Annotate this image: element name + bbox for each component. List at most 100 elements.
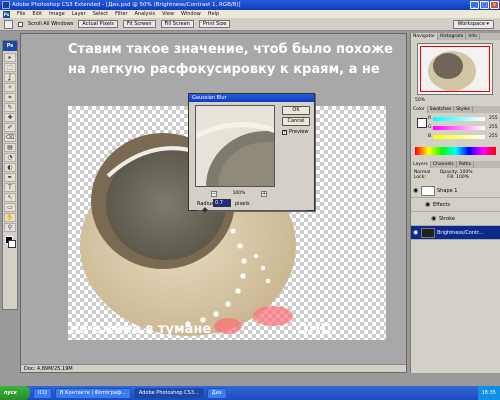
menu-image[interactable]: Image [49,11,65,17]
workspace-dropdown[interactable]: Workspace ▾ [452,20,494,29]
blur-tool-icon[interactable]: ◔ [4,153,16,162]
marquee-tool-icon[interactable]: ⬚ [4,63,16,72]
healing-tool-icon[interactable]: ✚ [4,113,16,122]
hand-tool-icon[interactable]: ✋ [4,213,16,222]
lasso-tool-icon[interactable]: ʆ [4,73,16,82]
tab-swatches[interactable]: Swatches [428,106,455,113]
channel-b-value[interactable]: 255 [489,134,498,139]
background-color-swatch[interactable] [8,240,16,248]
menu-filter[interactable]: Filter [115,11,127,17]
system-tray-clock: 18:35 [477,386,500,400]
menu-window[interactable]: Window [181,11,201,17]
taskbar: пуск ICQ В Контакте | Фотограф... Adobe … [0,386,500,400]
options-bar: Scroll All Windows Actual Pixels Fit Scr… [0,18,500,31]
tab-paths[interactable]: Paths [457,161,474,168]
print-size-button[interactable]: Print Size [198,20,231,28]
right-panels: Navigator Histogram Info 50% Color Swatc… [410,33,500,373]
radius-slider-track[interactable] [197,210,307,211]
layer-thumbnail [421,185,435,196]
visibility-eye-icon[interactable]: ◉ [431,215,437,222]
annotation-main-text: Ставим такое значение, чтоб было похоже … [68,42,393,77]
tab-layers[interactable]: Layers [411,161,431,168]
visibility-eye-icon[interactable]: ◉ [413,229,419,236]
menu-help[interactable]: Help [208,11,219,17]
menu-layer[interactable]: Layer [72,11,86,17]
photoshop-logo: Ps [3,10,10,18]
visibility-eye-icon[interactable]: ◉ [413,187,419,194]
path-selection-tool-icon[interactable]: ↖ [4,193,16,202]
gradient-tool-icon[interactable]: ▤ [4,143,16,152]
taskbar-item-photoshop[interactable]: Adobe Photoshop CS3... [133,387,204,399]
ok-button[interactable]: OK [282,106,310,115]
navigator-zoom-value[interactable]: 50% [411,98,500,106]
tab-navigator[interactable]: Navigator [411,33,439,40]
zoom-out-button[interactable]: − [211,191,217,197]
dodge-tool-icon[interactable]: ◐ [4,163,16,172]
preview-zoom-level: 100% [232,191,246,196]
maximize-button[interactable]: □ [480,1,489,9]
window-title: Adobe Photoshop CS3 Extended - [Диз.psd … [12,2,241,8]
taskbar-item-icq[interactable]: ICQ [33,387,52,399]
radius-input[interactable]: 0.7 [213,199,231,207]
minimize-button[interactable]: _ [470,1,479,9]
cancel-button[interactable]: Cancel [282,117,310,126]
radius-unit: pixels [235,201,250,207]
channel-r-slider[interactable] [433,117,485,121]
layer-row-stroke[interactable]: ◉ Stroke [411,212,500,226]
foreground-color-swatch[interactable] [417,118,427,128]
scroll-all-checkbox[interactable] [18,21,23,27]
color-tabs: Color Swatches Styles [411,106,500,113]
tab-histogram[interactable]: Histogram [438,33,467,40]
move-tool-icon[interactable]: ▸ [4,53,16,62]
brush-tool-icon[interactable]: ✐ [4,123,16,132]
eyedropper-tool-icon[interactable]: ✎ [4,103,16,112]
zoom-tool-icon[interactable]: ⚲ [4,223,16,232]
zoom-in-button[interactable]: + [261,191,267,197]
menu-edit[interactable]: Edit [32,11,42,17]
fit-screen-button[interactable]: Fit Screen [122,20,156,28]
close-button[interactable]: x [490,1,499,9]
tab-color[interactable]: Color [411,106,428,113]
menu-bar: Ps File Edit Image Layer Select Filter A… [0,10,500,18]
scroll-all-label: Scroll All Windows [28,21,74,27]
pen-tool-icon[interactable]: ✒ [4,173,16,182]
menu-view[interactable]: View [162,11,174,17]
navigator-view-box[interactable] [420,46,490,92]
navigator-preview[interactable] [417,43,493,95]
crop-tool-icon[interactable]: ⌗ [4,93,16,102]
adjustment-layer-icon [421,227,435,238]
tab-channels[interactable]: Channels [431,161,457,168]
menu-analysis[interactable]: Analysis [135,11,156,17]
channel-r-value[interactable]: 255 [489,116,498,121]
magic-wand-tool-icon[interactable]: ✧ [4,83,16,92]
hand-tool-icon[interactable] [4,19,13,29]
layer-row-brightness-contrast[interactable]: ◉ Brightness/Contr... [411,226,500,240]
dialog-preview[interactable] [195,105,275,187]
layer-row-effects[interactable]: ◉ Effects [411,198,500,212]
channel-b-slider[interactable] [433,135,485,139]
taskbar-item-vkontakte[interactable]: В Контакте | Фотограф... [54,387,131,399]
shape-tool-icon[interactable]: ▭ [4,203,16,212]
tab-info[interactable]: Info [466,33,480,40]
annotation-bottom-right: :))))) [297,322,332,337]
actual-pixels-button[interactable]: Actual Pixels [78,20,118,28]
fill-field[interactable]: Fill: 100% [447,175,469,180]
taskbar-item-folder[interactable]: Диз [206,387,227,399]
start-button[interactable]: пуск [0,386,30,400]
fill-screen-button[interactable]: Fill Screen [160,20,194,28]
gaussian-blur-dialog: Gaussian Blur OK Cancel ✓ Preview − 100%… [188,93,315,213]
tab-styles[interactable]: Styles [454,106,473,113]
color-spectrum[interactable] [415,147,496,155]
color-panel: R 255 G 255 B 255 [415,116,498,144]
channel-g-value[interactable]: 255 [489,125,498,130]
channel-g-slider[interactable] [433,126,485,130]
eraser-tool-icon[interactable]: ⌫ [4,133,16,142]
menu-file[interactable]: File [17,11,25,17]
preview-checkbox[interactable]: ✓ [282,130,287,135]
visibility-eye-icon[interactable]: ◉ [425,201,431,208]
layer-name: Brightness/Contr... [437,229,484,236]
toolbox: Ps ▸ ⬚ ʆ ✧ ⌗ ✎ ✚ ✐ ⌫ ▤ ◔ ◐ ✒ T ↖ ▭ ✋ ⚲ [2,40,18,310]
layer-row-shape[interactable]: ◉ Shape 1 [411,184,500,198]
type-tool-icon[interactable]: T [4,183,16,192]
menu-select[interactable]: Select [93,11,108,17]
